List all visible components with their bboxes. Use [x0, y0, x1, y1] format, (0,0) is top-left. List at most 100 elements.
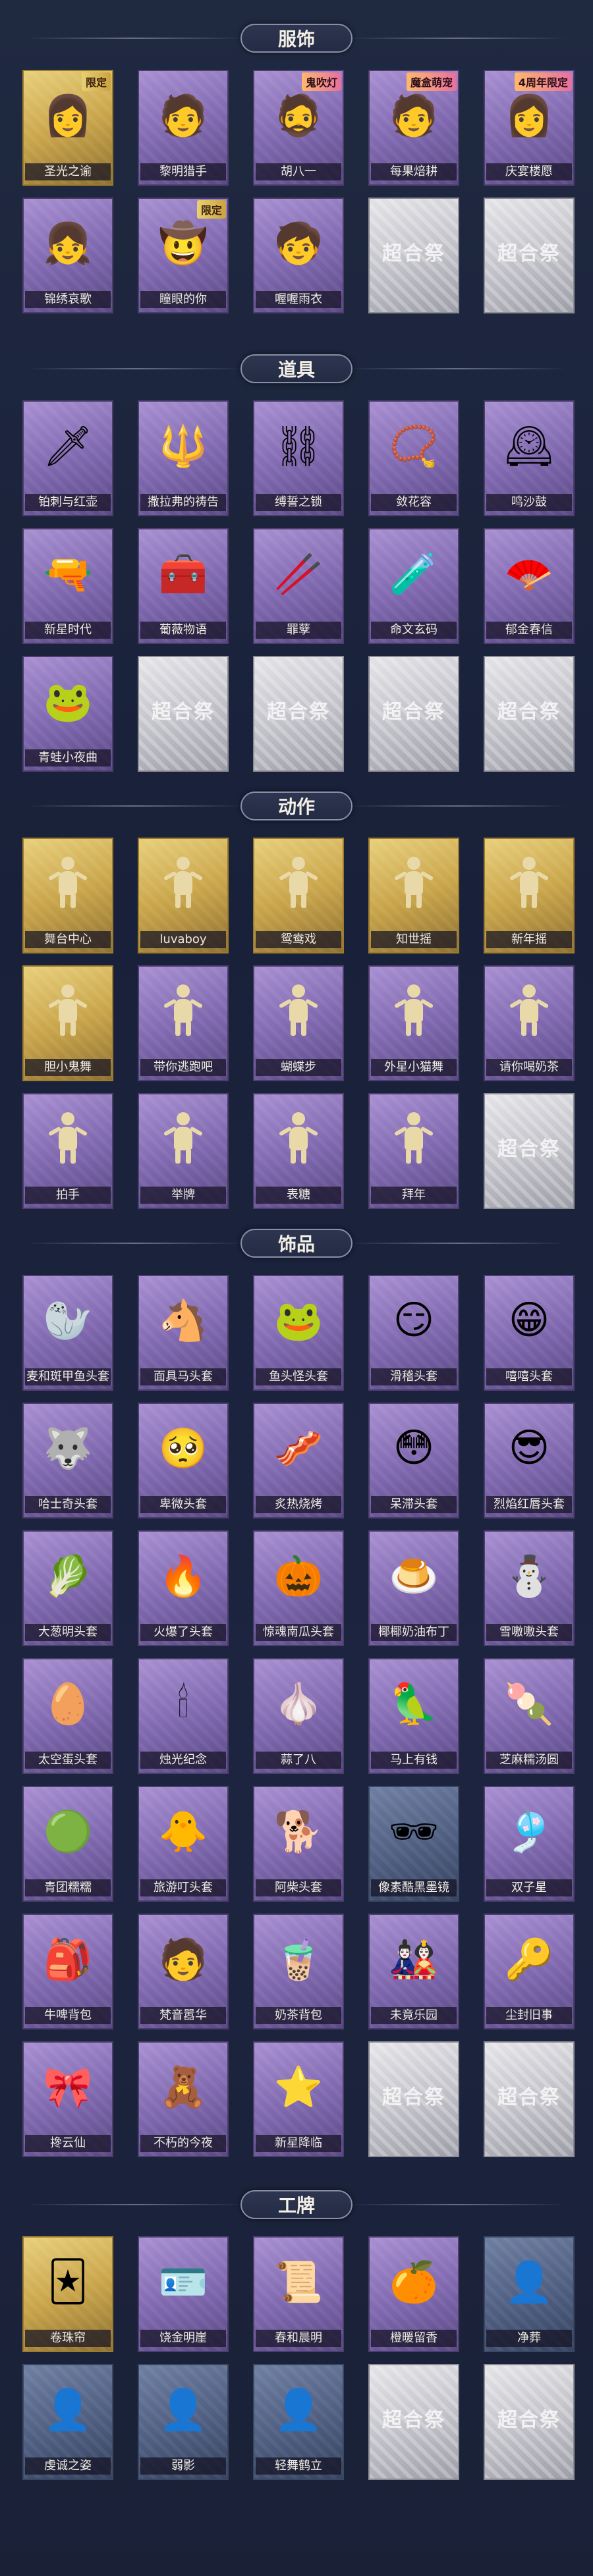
watermark-icon: 超合祭: [382, 2086, 445, 2109]
item-card[interactable]: 🎒 牛啤背包: [22, 1914, 113, 2029]
item-card[interactable]: 🪭 郁金春信: [484, 528, 575, 644]
item-card[interactable]: 👤 轻舞鹤立: [253, 2364, 344, 2480]
item-card[interactable]: 🧪 命文玄码: [368, 528, 459, 644]
item-card[interactable]: 🎐 双子星: [484, 1786, 575, 1902]
item-name: 每果焙耕: [371, 163, 457, 180]
item-card[interactable]: 🐺 哈士奇头套: [22, 1403, 113, 1518]
item-card[interactable]: 🃏 卷珠帘: [22, 2236, 113, 2352]
item-card[interactable]: 🍡 芝麻糯汤圆: [484, 1658, 575, 1774]
item-card[interactable]: 🧋 奶茶背包: [253, 1914, 344, 2029]
item-card[interactable]: 带你逃跑吧: [138, 965, 229, 1081]
item-card[interactable]: 🪪 饶金明崖: [138, 2236, 229, 2352]
item-card[interactable]: 👤 虔诚之姿: [22, 2364, 113, 2480]
item-card[interactable]: 🔥 火爆了头套: [138, 1530, 229, 1646]
item-name: 麦和斑甲鱼头套: [25, 1368, 111, 1385]
item-card[interactable]: 🔑 尘封旧事: [484, 1914, 575, 2029]
item-card[interactable]: 🔫 新星时代: [22, 528, 113, 644]
item-name: 鸳鸯戏: [256, 931, 341, 948]
item-name: 敛花容: [371, 494, 457, 511]
item-name: 马上有钱: [371, 1752, 457, 1769]
item-card[interactable]: 外星小猫舞: [368, 965, 459, 1081]
item-card[interactable]: 表糖: [253, 1093, 344, 1209]
item-card[interactable]: 🥬 大葱明头套: [22, 1530, 113, 1646]
item-card[interactable]: 📜 春和晨明: [253, 2236, 344, 2352]
badge-card-icon: 🃏: [47, 2259, 88, 2305]
shiba-head-icon: 🐕: [273, 1808, 324, 1855]
item-card[interactable]: 鸳鸯戏: [253, 838, 344, 953]
item-card[interactable]: ⛓ 缚誓之锁: [253, 400, 344, 516]
item-card[interactable]: 😏 滑稽头套: [368, 1275, 459, 1391]
item-card[interactable]: 🐴 面具马头套: [138, 1275, 229, 1391]
divider-line: [349, 1243, 567, 1244]
item-card[interactable]: 🦜 马上有钱: [368, 1658, 459, 1774]
item-card[interactable]: 🗡 铂刺与红壶: [22, 400, 113, 516]
item-card[interactable]: 🐕 阿柴头套: [253, 1786, 344, 1902]
item-card[interactable]: 拜年: [368, 1093, 459, 1209]
item-card[interactable]: 知世摇: [368, 838, 459, 953]
wand-icon: 🥢: [273, 550, 324, 597]
item-card[interactable]: 🐸 鱼头怪头套: [253, 1275, 344, 1391]
item-card[interactable]: 举牌: [138, 1093, 229, 1209]
item-card[interactable]: 🕰 鸣沙鼓: [484, 400, 575, 516]
item-card[interactable]: 🧑 每果焙耕 魔盒萌宠: [368, 70, 459, 186]
item-card[interactable]: 🧸 不朽的今夜: [138, 2041, 229, 2157]
item-card[interactable]: 👤 净葬: [484, 2236, 575, 2352]
item-card[interactable]: 🧑 梵音嚣华: [138, 1914, 229, 2029]
item-card[interactable]: 👧 锦绣哀歌: [22, 198, 113, 313]
charm-icon: 🎀: [43, 2064, 93, 2110]
section-header: 饰品: [0, 1223, 593, 1263]
item-card[interactable]: 请你喝奶茶: [484, 965, 575, 1081]
item-card[interactable]: 🦭 麦和斑甲鱼头套: [22, 1275, 113, 1391]
item-card[interactable]: 🧑 黎明猎手: [138, 70, 229, 186]
item-card[interactable]: 😎 烈焰红唇头套: [484, 1403, 575, 1518]
item-card[interactable]: 🤠 瞳眼的你 限定: [138, 198, 229, 313]
item-card[interactable]: 🧄 蒜了八: [253, 1658, 344, 1774]
item-card[interactable]: 🍮 椰椰奶油布丁: [368, 1530, 459, 1646]
item-name: 新星降临: [256, 2135, 341, 2152]
item-card[interactable]: 👩 圣光之谕 限定: [22, 70, 113, 186]
divider-line: [26, 2204, 244, 2205]
leek-head-icon: 🥬: [43, 1553, 93, 1599]
item-card[interactable]: 拍手: [22, 1093, 113, 1209]
badge-card-icon: 👤: [43, 2386, 93, 2433]
empty-slot: 超合祭: [368, 656, 459, 772]
item-name: 青蛙小夜曲: [25, 749, 111, 766]
item-card[interactable]: 新年摇: [484, 838, 575, 953]
item-card[interactable]: 😳 呆滞头套: [368, 1403, 459, 1518]
item-card[interactable]: 😁 嘻嘻头套: [484, 1275, 575, 1391]
fire-head-icon: 🔥: [158, 1553, 208, 1599]
item-card[interactable]: 🧒 喔喔雨衣: [253, 198, 344, 313]
item-card[interactable]: 胆小鬼舞: [22, 965, 113, 1081]
item-card[interactable]: 🟢 青团糯糯: [22, 1786, 113, 1902]
item-card[interactable]: 🧔 胡八一 鬼吹灯: [253, 70, 344, 186]
item-card[interactable]: 🔱 撒拉弗的祷告: [138, 400, 229, 516]
divider-line: [26, 368, 244, 369]
item-card[interactable]: ⛄ 雪嗷嗷头套: [484, 1530, 575, 1646]
item-name: 卑微头套: [140, 1496, 226, 1513]
item-card[interactable]: 🐥 旅游叮头套: [138, 1786, 229, 1902]
item-card[interactable]: ⭐ 新星降临: [253, 2041, 344, 2157]
item-card[interactable]: 🐸 青蛙小夜曲: [22, 656, 113, 772]
item-card[interactable]: 🕯 烛光纪念: [138, 1658, 229, 1774]
item-card[interactable]: 🎎 未竟乐园: [368, 1914, 459, 2029]
frog-icon: 🐸: [43, 678, 93, 725]
item-card[interactable]: luvaboy: [138, 838, 229, 953]
item-card[interactable]: 舞台中心: [22, 838, 113, 953]
item-card[interactable]: 🕶 像素酷黑墨镜: [368, 1786, 459, 1902]
limited-badge: 限定: [81, 72, 111, 91]
pose-icon: [38, 847, 98, 919]
item-card[interactable]: 📿 敛花容: [368, 400, 459, 516]
item-card[interactable]: 🥚 太空蛋头套: [22, 1658, 113, 1774]
watermark-icon: 超合祭: [497, 1138, 561, 1161]
item-card[interactable]: 🧰 葡薇物语: [138, 528, 229, 644]
item-card[interactable]: 🎀 搀云仙: [22, 2041, 113, 2157]
item-card[interactable]: 🎃 惊魂南瓜头套: [253, 1530, 344, 1646]
item-card[interactable]: 👤 弱影: [138, 2364, 229, 2480]
item-card[interactable]: 🥓 炙热烧烤: [253, 1403, 344, 1518]
item-card[interactable]: 👩 庆宴楼愿 4周年限定: [484, 70, 575, 186]
badge-card-icon: 👤: [158, 2386, 208, 2433]
item-card[interactable]: 🥺 卑微头套: [138, 1403, 229, 1518]
item-card[interactable]: 🍊 橙暖留香: [368, 2236, 459, 2352]
item-card[interactable]: 🥢 罪孽: [253, 528, 344, 644]
item-card[interactable]: 蝴蝶步: [253, 965, 344, 1081]
